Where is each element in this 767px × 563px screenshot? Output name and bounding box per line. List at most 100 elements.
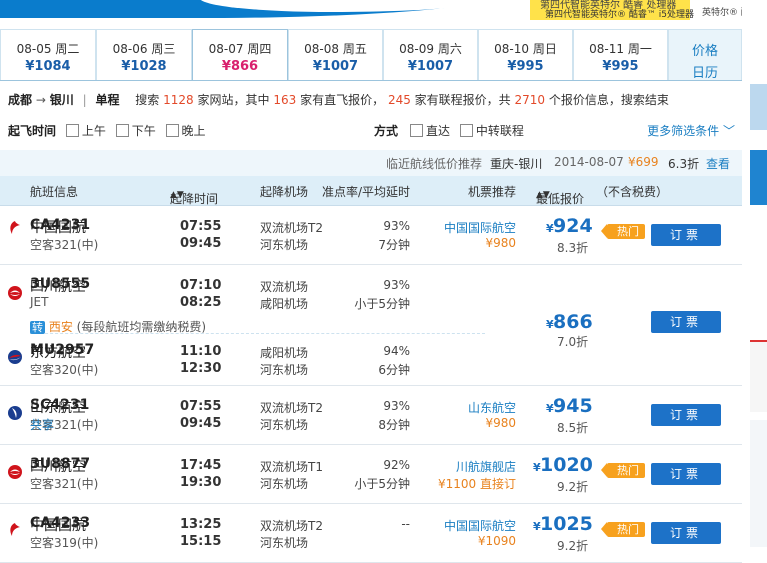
agent-link[interactable]: 山东航空 bbox=[426, 399, 516, 416]
shandong-airlines-logo-icon bbox=[8, 406, 22, 420]
tab-price: ¥866 bbox=[221, 59, 259, 74]
calendar-label: 日历 bbox=[691, 66, 718, 81]
sichuan-airlines-logo-icon bbox=[8, 286, 22, 300]
tab-price: ¥995 bbox=[507, 59, 544, 74]
departure-airport: 双流机场T1 bbox=[260, 460, 323, 474]
recommend-price: ¥699 bbox=[628, 155, 659, 169]
ontime-rate: -- bbox=[401, 517, 410, 531]
book-button[interactable]: 订票 bbox=[651, 224, 721, 246]
date-tab[interactable]: 08-08 周五 ¥1007 bbox=[288, 29, 383, 81]
tab-date: 08-06 周三 bbox=[112, 42, 176, 56]
flight-number[interactable]: SC4231 bbox=[30, 397, 89, 413]
aircraft-type[interactable]: 空客320(中) bbox=[30, 361, 98, 378]
arrival-airport: 河东机场 bbox=[260, 536, 309, 550]
ontime-rate: 93% bbox=[383, 278, 410, 292]
flight-number[interactable]: CA4233 bbox=[30, 515, 90, 531]
agent-price: ¥980 bbox=[485, 236, 516, 250]
checkbox-evening[interactable] bbox=[165, 124, 179, 137]
transfer-note: (每段航班均需缴纳税费) bbox=[76, 320, 207, 334]
avg-delay: 小于5分钟 bbox=[354, 477, 410, 491]
arrival-airport: 河东机场 bbox=[260, 418, 309, 432]
departure-airport: 双流机场T2 bbox=[260, 519, 323, 533]
checkbox-direct[interactable] bbox=[410, 124, 423, 137]
destination-city: 银川 bbox=[49, 93, 74, 107]
transfer-city: 西安 bbox=[48, 320, 73, 334]
aircraft-type[interactable]: JET bbox=[30, 295, 48, 309]
direct-count: 163 bbox=[273, 93, 297, 107]
agent-link[interactable]: 中国国际航空 bbox=[426, 517, 516, 534]
tab-price: ¥1007 bbox=[312, 59, 359, 74]
flight-row: 四川航空 3U8877 空客321(中) 17:45 19:30 双流机场T1 河… bbox=[0, 445, 742, 504]
route-arrow: → bbox=[35, 93, 46, 107]
lowest-price[interactable]: 924 bbox=[553, 215, 593, 237]
checkbox-label: 晚上 bbox=[181, 124, 206, 138]
flight-number[interactable]: 3U8877 bbox=[30, 456, 90, 472]
book-button[interactable]: 订票 bbox=[651, 404, 721, 426]
ontime-rate: 93% bbox=[383, 219, 410, 233]
aircraft-type[interactable]: 空客321(中) bbox=[30, 475, 98, 492]
agent-link[interactable]: 中国国际航空 bbox=[426, 219, 516, 236]
departure-time: 13:25 bbox=[180, 517, 222, 532]
agent-price-direct-book[interactable]: ¥1100 直接订 bbox=[426, 475, 516, 492]
aircraft-type[interactable]: 空客319(中) bbox=[30, 534, 98, 551]
air-china-logo-icon bbox=[10, 221, 20, 234]
mode-label: 方式 bbox=[374, 124, 399, 138]
date-tab[interactable]: 08-11 周一 ¥995 bbox=[573, 29, 668, 81]
tab-price: ¥995 bbox=[602, 59, 639, 74]
recommend-view-link[interactable]: 查看 bbox=[706, 155, 730, 172]
recommend-discount: 6.3折 bbox=[668, 157, 700, 171]
departure-time: 11:10 bbox=[180, 344, 222, 359]
lowest-price[interactable]: 945 bbox=[553, 395, 593, 417]
avg-delay: 小于5分钟 bbox=[354, 297, 410, 311]
discount: 9.2折 bbox=[557, 480, 589, 494]
flight-row: 山东航空 SC4231 空客321(中) 共享 07:55 09:45 双流机场T2… bbox=[0, 386, 742, 445]
flight-number[interactable]: MU2957 bbox=[30, 342, 94, 358]
book-button[interactable]: 订票 bbox=[651, 522, 721, 544]
checkbox-label: 直达 bbox=[426, 124, 451, 138]
tab-date: 08-10 周日 bbox=[494, 42, 557, 56]
codeshare-label[interactable]: 共享 bbox=[30, 416, 54, 433]
book-button[interactable]: 订票 bbox=[651, 463, 721, 485]
arrival-time: 12:30 bbox=[180, 361, 222, 376]
departure-airport: 双流机场T2 bbox=[260, 221, 323, 235]
sidebar-panel bbox=[750, 340, 767, 412]
arrival-time: 09:45 bbox=[180, 416, 222, 431]
arrival-time: 08:25 bbox=[180, 295, 222, 310]
sort-icon: ▲▼ bbox=[536, 190, 550, 200]
date-tab[interactable]: 08-09 周六 ¥1007 bbox=[383, 29, 478, 81]
lowest-price[interactable]: 866 bbox=[553, 311, 593, 333]
sidebar-ad-image[interactable] bbox=[750, 150, 767, 205]
col-airport: 起降机场 bbox=[260, 185, 309, 199]
lowest-price[interactable]: 1025 bbox=[540, 513, 593, 535]
date-tab[interactable]: 08-10 周日 ¥995 bbox=[478, 29, 573, 81]
tab-date: 08-09 周六 bbox=[399, 42, 462, 56]
checkbox-afternoon[interactable] bbox=[115, 124, 129, 137]
tab-price: ¥1007 bbox=[407, 59, 454, 74]
book-button[interactable]: 订票 bbox=[651, 311, 721, 333]
date-tab-active[interactable]: 08-07 周四 ¥866 bbox=[192, 29, 288, 81]
checkbox-label: 下午 bbox=[131, 124, 156, 138]
recommend-date: 2014-08-07 bbox=[554, 155, 624, 169]
date-tab[interactable]: 08-05 周二 ¥1084 bbox=[0, 29, 96, 81]
results-table-header: 航班信息 起降时间 ▲▼ 起降机场 准点率/平均延时 机票推荐 最低报价 ▲▼ … bbox=[0, 176, 742, 206]
filter-bar: 起飞时间 上午 下午 晚上 方式 直达 中转联程 更多筛选条件 ﹀ bbox=[8, 122, 743, 140]
sidebar-ad-image[interactable] bbox=[750, 84, 767, 130]
summary-text: 家有联程报价，共 bbox=[414, 93, 511, 107]
price-calendar-tab[interactable]: 价格 日历 bbox=[668, 29, 742, 81]
agent-link[interactable]: 川航旗舰店 bbox=[426, 458, 516, 475]
checkbox-morning[interactable] bbox=[65, 124, 79, 137]
ad-banner[interactable]: 第四代智能英特尔 酷睿 处理器 第四代智能英特尔® 酷睿™ i5处理器 英特尔®… bbox=[0, 0, 742, 20]
flight-number[interactable]: 3U8555 bbox=[30, 276, 90, 292]
arrival-time: 19:30 bbox=[180, 475, 222, 490]
more-filters-link[interactable]: 更多筛选条件 ﹀ bbox=[647, 122, 735, 139]
aircraft-type[interactable]: 空客321(中) bbox=[30, 236, 98, 253]
china-eastern-logo-icon bbox=[8, 350, 22, 364]
checkbox-transfer[interactable] bbox=[459, 124, 473, 137]
trip-type: 单程 bbox=[95, 93, 120, 107]
recommend-label: 临近航线低价推荐 bbox=[386, 157, 483, 171]
flight-number[interactable]: CA4231 bbox=[30, 217, 90, 233]
arrival-airport: 河东机场 bbox=[260, 238, 309, 252]
date-tab[interactable]: 08-06 周三 ¥1028 bbox=[96, 29, 192, 81]
lowest-price[interactable]: 1020 bbox=[540, 454, 593, 476]
hot-badge: 热门 bbox=[601, 522, 645, 537]
